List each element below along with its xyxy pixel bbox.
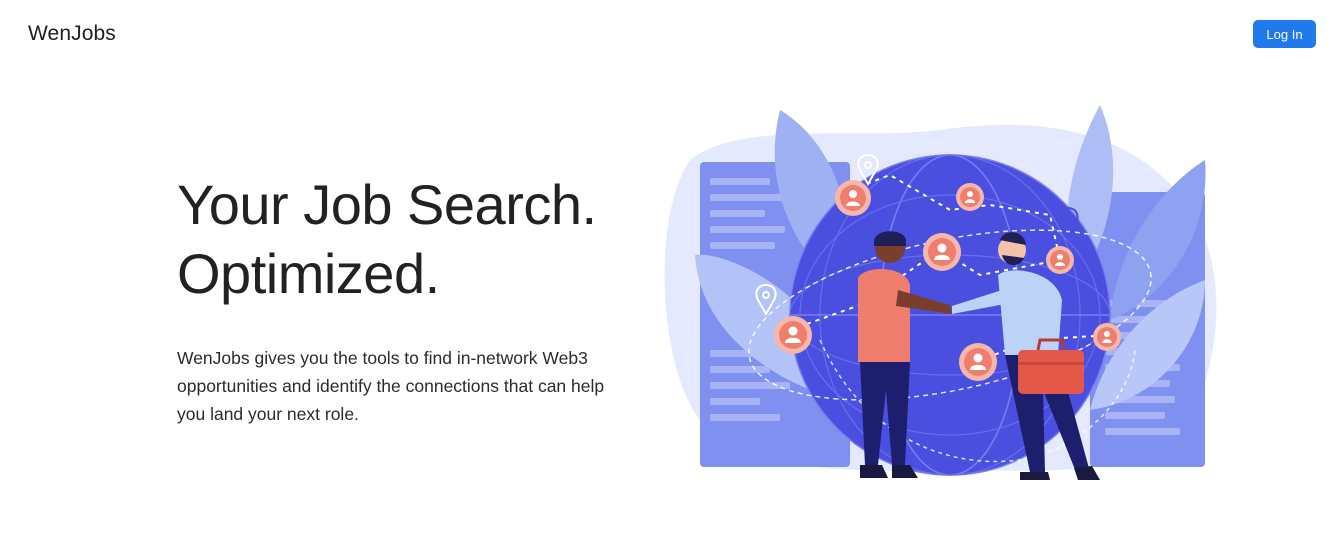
headline-line-1: Your Job Search. [177,173,597,236]
user-profile-icon [1093,323,1121,351]
handshake-globe-illustration [660,100,1230,485]
brand-logo[interactable]: WenJobs [28,22,116,46]
user-profile-icon [835,180,871,216]
user-profile-icon [1046,246,1074,274]
briefcase-icon [1018,350,1084,394]
navbar: WenJobs Log In [0,0,1339,70]
user-profile-icon [959,343,997,381]
user-profile-icon [923,233,961,271]
hero-lead-text: WenJobs gives you the tools to find in-n… [177,348,605,424]
headline-line-2: Optimized. [177,242,440,305]
user-profile-icon [774,316,812,354]
hero-headline: Your Job Search. Optimized. [177,170,637,308]
hero-section: Your Job Search. Optimized. WenJobs give… [177,170,637,428]
user-profile-icon [956,183,984,211]
login-button[interactable]: Log In [1253,20,1316,48]
